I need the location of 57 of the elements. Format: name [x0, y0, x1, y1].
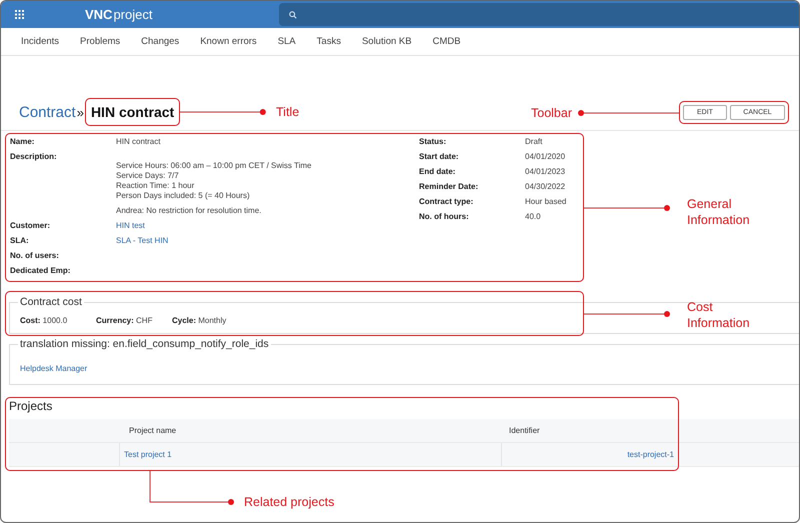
callout-label: Related projects [244, 494, 336, 510]
search-field[interactable] [279, 3, 799, 26]
field-value: Person Days included: 5 (= 40 Hours) [116, 191, 251, 201]
field-label: Start date: [419, 152, 460, 162]
field-label: No. of users: [10, 251, 60, 261]
nav-link[interactable]: Tasks [316, 36, 341, 47]
field-label: End date: [419, 167, 456, 177]
field-value: Service Hours: 06:00 am – 10:00 pm CET / Swiss Time [116, 161, 312, 171]
page-title: HIN contract [90, 104, 174, 120]
breadcrumb-separator: » [76, 105, 84, 120]
field-label: Contract type: [419, 197, 474, 207]
callout-label: Toolbar [531, 105, 573, 121]
cost-field: Cycle: Monthly [172, 316, 248, 325]
field-label: SLA: [10, 236, 30, 246]
field-value: HIN contract [116, 137, 162, 147]
nav-link[interactable]: Changes [141, 36, 180, 47]
field-value: 04/30/2022 [525, 182, 566, 192]
field-label: Name: [10, 137, 36, 147]
callout-label: Title [276, 104, 300, 120]
cost-field: Cost: 1000.0 [20, 316, 96, 325]
nav-link[interactable]: Known errors [200, 36, 257, 47]
callout-label: General Information [687, 196, 751, 228]
field-value: Draft [525, 137, 544, 147]
nav-link[interactable]: SLA [278, 36, 296, 47]
field-value: Service Days: 7/7 [116, 171, 180, 181]
field-link[interactable]: HIN test [116, 221, 419, 231]
nav-link[interactable]: Solution KB [362, 36, 412, 47]
section-title: Projects [8, 398, 54, 415]
field-value: Reaction Time: 1 hour [116, 181, 196, 191]
app-logo: VNCproject [85, 7, 154, 22]
field-label: Dedicated Emp: [10, 266, 72, 276]
breadcrumb-link[interactable]: Contract [19, 104, 76, 121]
field-value: 40.0 [525, 212, 542, 222]
panel-legend: translation missing: en.field_consump_notify_role_ids [18, 338, 271, 350]
field-value: Andrea: No restriction for resolution time. [116, 206, 262, 216]
project-link[interactable]: test-project-1 [627, 450, 674, 459]
field-value: Hour based [525, 197, 566, 207]
field-label: Customer: [10, 221, 52, 231]
nav-link[interactable]: CMDB [432, 36, 461, 47]
field-label: No. of hours: [419, 212, 470, 222]
column-header: Identifier [508, 425, 541, 437]
panel-legend: Contract cost [18, 296, 84, 308]
project-link[interactable]: Test project 1 [124, 450, 172, 459]
app-grid-icon[interactable] [15, 10, 24, 19]
nav-link[interactable]: Incidents [21, 36, 60, 47]
field-label: Description: [10, 152, 58, 163]
callout-label: Cost Information [687, 299, 751, 331]
role-link[interactable]: Helpdesk Manager [20, 364, 88, 373]
field-link[interactable]: SLA - Test HIN [116, 236, 419, 246]
field-value: 04/01/2020 [525, 152, 566, 162]
search-icon [289, 10, 297, 18]
nav-link[interactable]: Problems [80, 36, 120, 47]
cost-field: Currency: CHF [96, 316, 172, 325]
column-header: Project name [128, 425, 178, 437]
field-label: Status: [419, 137, 448, 147]
field-label: Reminder Date: [419, 182, 480, 192]
field-value: 04/01/2023 [525, 167, 566, 177]
